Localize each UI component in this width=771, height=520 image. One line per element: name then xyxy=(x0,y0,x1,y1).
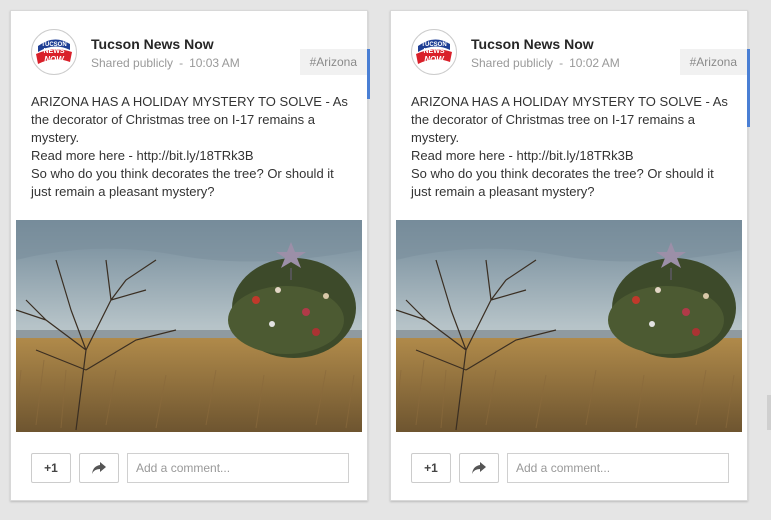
post-image[interactable] xyxy=(396,220,742,432)
post-body: ARIZONA HAS A HOLIDAY MYSTERY TO SOLVE -… xyxy=(411,93,729,201)
post-timestamp[interactable]: 10:03 AM xyxy=(189,56,240,70)
comment-input[interactable]: Add a comment... xyxy=(507,453,729,483)
visibility-label[interactable]: Shared publicly xyxy=(91,56,173,70)
post-meta: Shared publicly -10:03 AM xyxy=(91,56,240,70)
post-timestamp[interactable]: 10:02 AM xyxy=(569,56,620,70)
share-button[interactable] xyxy=(79,453,119,483)
post-body: ARIZONA HAS A HOLIDAY MYSTERY TO SOLVE -… xyxy=(31,93,349,201)
comment-input[interactable]: Add a comment... xyxy=(127,453,349,483)
share-arrow-icon xyxy=(92,462,106,474)
share-arrow-icon xyxy=(472,462,486,474)
news-logo-icon: TUCSON NEWS NOW xyxy=(413,31,455,73)
news-logo-icon: TUCSON NEWS NOW xyxy=(33,31,75,73)
visibility-label[interactable]: Shared publicly xyxy=(471,56,553,70)
post-meta: Shared publicly -10:02 AM xyxy=(471,56,620,70)
logo-text-line2: NEWS xyxy=(424,48,445,55)
share-button[interactable] xyxy=(459,453,499,483)
hashtag-accent-bar xyxy=(747,49,750,127)
post-image[interactable] xyxy=(16,220,362,432)
plus-one-button[interactable]: +1 xyxy=(31,453,71,483)
post-text-line: So who do you think decorates the tree? … xyxy=(411,166,714,199)
post-text-line: ARIZONA HAS A HOLIDAY MYSTERY TO SOLVE -… xyxy=(31,94,348,145)
post-text-line: So who do you think decorates the tree? … xyxy=(31,166,334,199)
hashtag-badge[interactable]: #Arizona xyxy=(299,49,367,75)
christmas-tree-photo xyxy=(396,220,742,432)
logo-text-line3: NOW xyxy=(44,55,65,64)
hashtag-badge[interactable]: #Arizona xyxy=(679,49,747,75)
hashtag-accent-bar xyxy=(367,49,370,99)
logo-text-line2: NEWS xyxy=(44,48,65,55)
post-card: TUCSON NEWS NOW Tucson News Now Shared p… xyxy=(390,10,750,501)
author-name[interactable]: Tucson News Now xyxy=(91,36,214,52)
post-card: TUCSON NEWS NOW Tucson News Now Shared p… xyxy=(10,10,370,501)
plus-one-button[interactable]: +1 xyxy=(411,453,451,483)
logo-text-line3: NOW xyxy=(424,55,445,64)
post-text-line: ARIZONA HAS A HOLIDAY MYSTERY TO SOLVE -… xyxy=(411,94,728,145)
christmas-tree-photo xyxy=(16,220,362,432)
scrollbar-thumb[interactable] xyxy=(767,395,771,430)
author-name[interactable]: Tucson News Now xyxy=(471,36,594,52)
meta-separator: - xyxy=(559,56,564,70)
author-avatar[interactable]: TUCSON NEWS NOW xyxy=(411,29,457,75)
meta-separator: - xyxy=(179,56,184,70)
post-actions: +1 Add a comment... xyxy=(31,453,349,483)
author-avatar[interactable]: TUCSON NEWS NOW xyxy=(31,29,77,75)
post-link-line[interactable]: Read more here - http://bit.ly/18TRk3B xyxy=(411,147,729,165)
post-link-line[interactable]: Read more here - http://bit.ly/18TRk3B xyxy=(31,147,349,165)
post-actions: +1 Add a comment... xyxy=(411,453,729,483)
